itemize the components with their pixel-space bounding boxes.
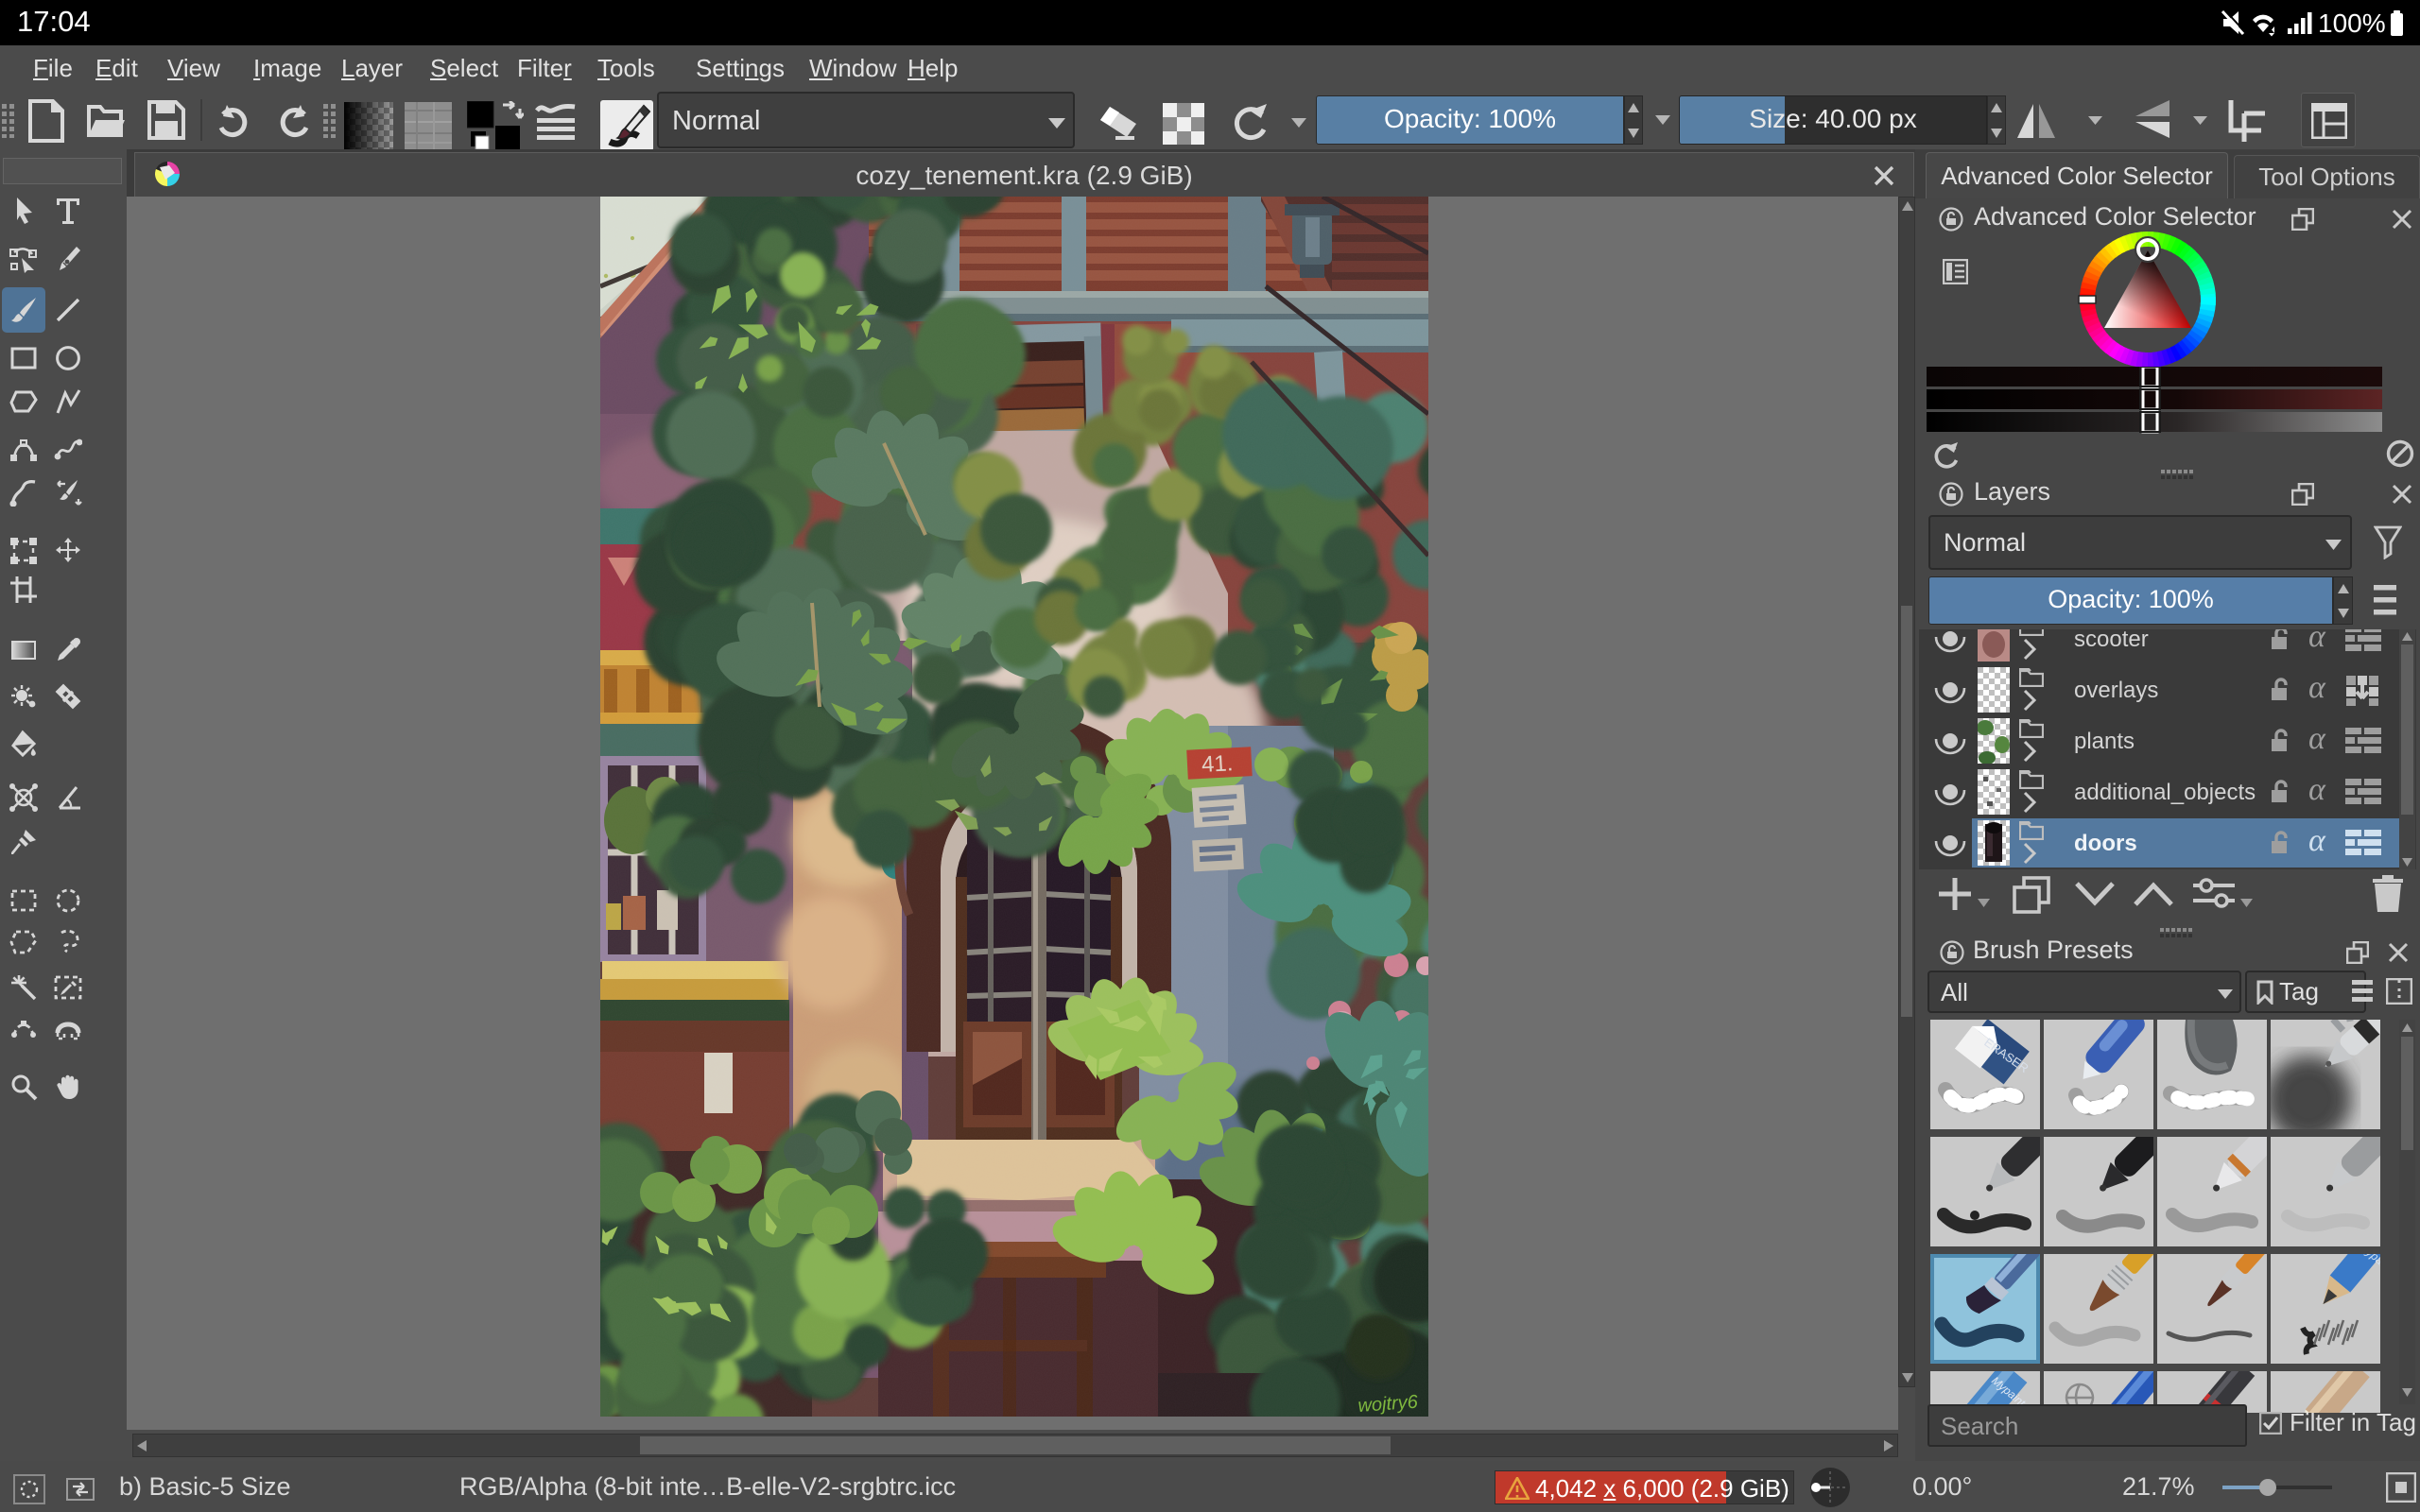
svg-text:wojtry6: wojtry6: [1357, 1392, 1420, 1417]
svg-text:100%: 100%: [2318, 9, 2386, 38]
